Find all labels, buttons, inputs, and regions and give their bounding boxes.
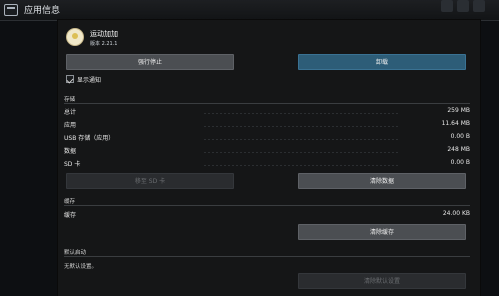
storage-row: 数据 248 MB (64, 146, 470, 158)
storage-row: SD 卡 0.00 B (64, 159, 470, 171)
cache-row: 缓存 24.00 KB (64, 210, 470, 222)
row-leader (204, 152, 400, 153)
move-to-sd-button[interactable]: 移至 SD 卡 (66, 173, 234, 189)
uninstall-button[interactable]: 卸载 (298, 54, 466, 70)
cache-row-label: 缓存 (64, 212, 77, 219)
app-icon (66, 28, 84, 46)
storage-row-label: SD 卡 (64, 161, 81, 168)
defaults-divider (64, 256, 470, 257)
show-notifications-checkbox[interactable] (66, 75, 74, 83)
storage-row-label: 数据 (64, 148, 77, 155)
cache-divider (64, 205, 470, 206)
storage-row: USB 存储（应用） 0.00 B (64, 133, 470, 145)
row-leader (204, 113, 400, 114)
storage-row: 总计 259 MB (64, 107, 470, 119)
storage-row-label: USB 存储（应用） (64, 135, 115, 142)
row-leader (204, 126, 400, 127)
defaults-summary: 无默认设置。 (64, 264, 98, 270)
storage-row-label: 应用 (64, 122, 77, 129)
status-icon (473, 0, 485, 12)
force-stop-button[interactable]: 强行停止 (66, 54, 234, 70)
row-leader (204, 165, 400, 166)
clear-defaults-button[interactable]: 清除默认设置 (298, 273, 466, 289)
clear-cache-button[interactable]: 清除缓存 (298, 224, 466, 240)
cache-section-title: 缓存 (64, 199, 76, 205)
storage-row-value: 11.64 MB (441, 120, 470, 127)
show-notifications-label: 显示通知 (77, 77, 102, 84)
system-status-area (433, 0, 499, 16)
storage-row-value: 259 MB (447, 107, 470, 114)
storage-row-label: 总计 (64, 109, 77, 116)
top-bar: 应用信息 (0, 0, 499, 21)
status-icon (457, 0, 469, 12)
app-name: 运动加加 (90, 30, 118, 38)
storage-row-value: 0.00 B (450, 133, 470, 140)
app-version: 版本 2.21.1 (90, 41, 118, 47)
clear-data-button[interactable]: 清除数据 (298, 173, 466, 189)
status-icon (441, 0, 453, 12)
storage-row-value: 248 MB (447, 146, 470, 153)
storage-row: 应用 11.64 MB (64, 120, 470, 132)
row-leader (204, 139, 400, 140)
storage-row-value: 0.00 B (450, 159, 470, 166)
storage-divider (64, 103, 470, 104)
app-info-icon (4, 4, 18, 16)
window-title: 应用信息 (24, 6, 61, 16)
storage-section-title: 存储 (64, 97, 76, 103)
defaults-section-title: 默认启动 (64, 250, 87, 256)
cache-row-value: 24.00 KB (442, 210, 470, 217)
